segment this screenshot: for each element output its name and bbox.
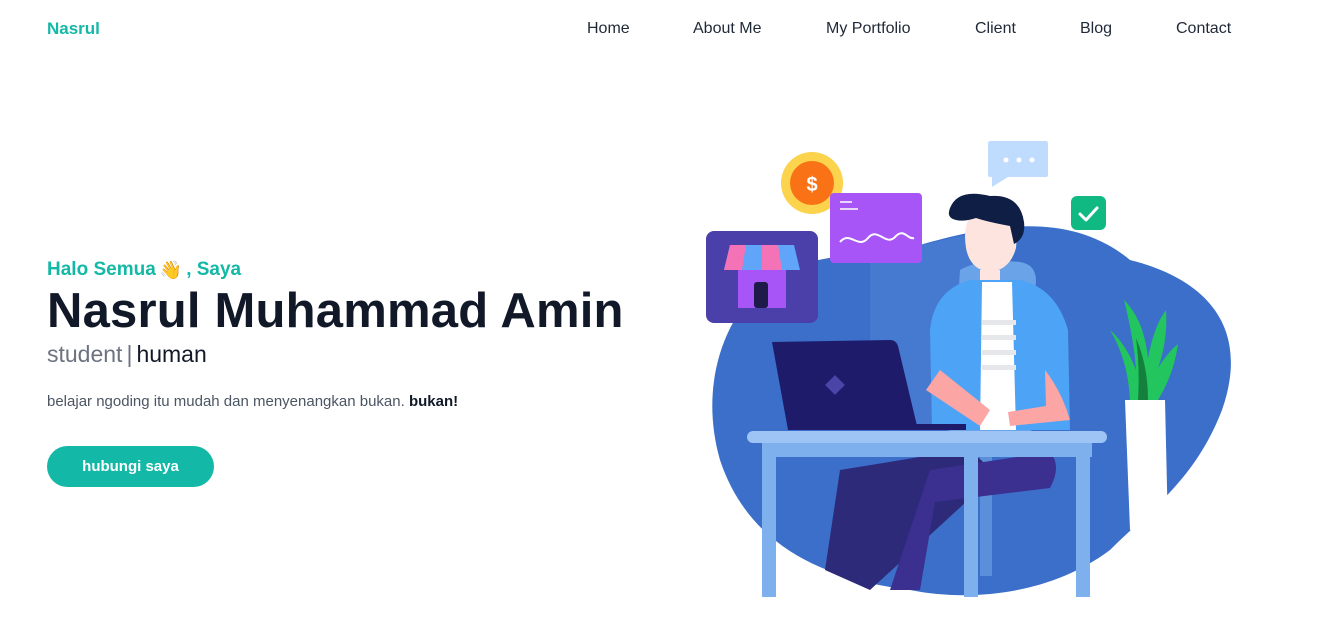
hero-roles: student | human	[47, 340, 667, 368]
coin-symbol: $	[806, 174, 817, 196]
chart-card-icon	[830, 193, 922, 263]
role-student: student	[47, 341, 123, 367]
nav-link-blog[interactable]: Blog	[1080, 20, 1112, 38]
navbar: Nasrul Home About Me My Portfolio Client…	[0, 0, 1324, 60]
shop-icon	[706, 231, 818, 323]
checkmark-icon	[1071, 196, 1106, 230]
role-separator: |	[126, 341, 133, 367]
hero-name: Nasrul Muhammad Amin	[47, 284, 624, 338]
contact-me-button[interactable]: hubungi saya	[47, 446, 214, 487]
nav-link-home[interactable]: Home	[587, 20, 630, 38]
hero-tagline: belajar ngoding itu mudah dan menyenangk…	[47, 392, 667, 412]
nav-link-about-me[interactable]: About Me	[693, 20, 761, 38]
greeting-text: Halo Semua	[47, 259, 156, 280]
tagline-text: belajar ngoding itu mudah dan menyenangk…	[47, 393, 405, 410]
role-human: human	[136, 341, 207, 367]
hero-section: Halo Semua 👋 , Saya Nasrul Muhammad Amin…	[47, 256, 667, 487]
greeting-suffix: , Saya	[186, 259, 242, 280]
tagline-emphasis: bukan!	[408, 393, 459, 410]
hero-greeting: Halo Semua 👋 , Saya	[47, 256, 667, 284]
chat-bubble-icon	[988, 141, 1048, 187]
nav-links: Home About Me My Portfolio Client Blog C…	[0, 20, 1324, 40]
nav-link-client[interactable]: Client	[975, 20, 1016, 38]
nav-link-contact[interactable]: Contact	[1176, 20, 1231, 38]
hero-illustration: $	[706, 141, 1231, 597]
waving-hand-icon: 👋	[159, 259, 183, 280]
nav-link-my-portfolio[interactable]: My Portfolio	[826, 20, 910, 38]
